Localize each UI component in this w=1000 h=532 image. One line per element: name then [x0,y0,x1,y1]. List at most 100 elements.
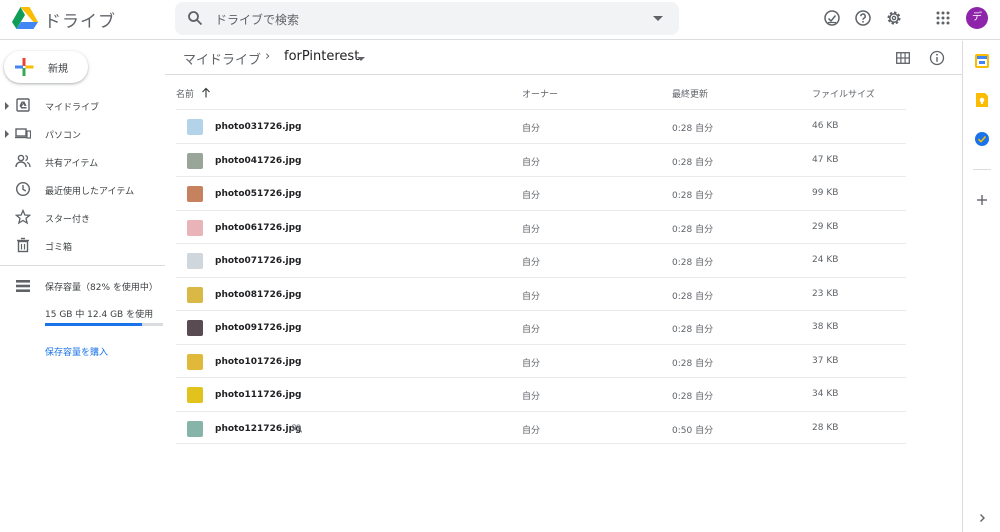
sidebar-item-my-drive[interactable]: マイドライブ [0,94,165,118]
file-size: 46 KB [812,121,839,131]
file-modified: 0:28 自分 [672,325,714,335]
file-name[interactable]: photo091726.jpg [215,323,301,333]
sidebar-item-recent[interactable]: 最近使用したアイテム [0,178,165,202]
new-button[interactable]: 新規 [4,51,88,83]
plus-icon [15,58,34,76]
side-panel [962,41,1000,532]
apps-icon[interactable] [934,9,952,27]
file-owner: 自分 [522,258,541,268]
offline-icon[interactable] [823,9,841,27]
expand-arrow-icon[interactable] [5,130,9,138]
tasks-icon[interactable] [974,131,990,147]
breadcrumb-separator-icon: › [265,49,271,64]
column-header-size[interactable]: ファイルサイズ [812,87,875,100]
storage-icon [16,280,30,292]
search-icon[interactable] [187,10,203,26]
table-row[interactable]: photo111726.jpg 自分 0:28 自分 34 KB [176,377,906,411]
search-box[interactable]: ドライブで検索 [175,2,679,35]
sort-ascending-icon[interactable] [201,87,211,98]
buy-storage-link[interactable]: 保存容量を購入 [45,345,108,358]
file-thumbnail [187,353,203,370]
computers-icon [15,128,31,139]
file-modified: 0:28 自分 [672,157,714,168]
account-avatar[interactable]: デ [966,7,988,29]
file-name[interactable]: photo101726.jpg [215,357,301,367]
storage-label[interactable]: 保存容量（82% を使用中） [45,280,158,293]
settings-icon[interactable] [885,9,903,27]
file-name[interactable]: photo061726.jpg [215,223,301,233]
expand-arrow-icon[interactable] [5,102,9,110]
column-header-owner[interactable]: オーナー [522,87,558,100]
file-thumbnail [187,420,203,437]
side-panel-divider [973,169,991,170]
file-size: 99 KB [812,188,839,198]
keep-icon[interactable] [974,92,990,108]
sidebar-item-label: スター付き [45,215,91,225]
file-size: 34 KB [812,389,839,399]
table-row[interactable]: photo121726.jpg 自分 0:50 自分 28 KB [176,410,906,444]
column-header-name[interactable]: 名前 [176,87,194,100]
shared-people-icon [290,423,302,433]
file-name[interactable]: photo111726.jpg [215,390,301,400]
table-row[interactable]: photo081726.jpg 自分 0:28 自分 23 KB [176,276,906,311]
table-row[interactable]: photo101726.jpg 自分 0:28 自分 37 KB [176,343,906,378]
sidebar-item-trash[interactable]: ゴミ箱 [0,234,165,258]
sidebar-item-shared[interactable]: 共有アイテム [0,150,165,174]
file-size: 38 KB [812,322,839,332]
file-owner: 自分 [522,291,541,302]
sidebar-item-starred[interactable]: スター付き [0,206,165,230]
star-icon [15,209,31,225]
column-header-modified[interactable]: 最終更新 [672,87,708,100]
my-drive-icon [16,98,30,112]
grid-view-icon[interactable] [896,52,910,64]
table-row[interactable]: photo041726.jpg 自分 0:28 自分 47 KB [176,142,906,177]
file-owner: 自分 [522,224,541,235]
file-name[interactable]: photo031726.jpg [215,122,301,132]
new-button-label: 新規 [48,64,68,75]
file-thumbnail [187,320,203,336]
table-row[interactable]: photo051726.jpg 自分 0:28 自分 99 KB [176,176,906,210]
search-options-icon[interactable] [653,16,663,21]
file-size: 24 KB [812,255,839,265]
table-row[interactable]: photo061726.jpg 自分 0:28 自分 29 KB [176,209,906,244]
breadcrumb-current[interactable]: forPinterest [284,49,359,64]
file-modified: 0:28 自分 [672,358,714,369]
file-thumbnail [187,219,203,236]
storage-usage-text: 15 GB 中 12.4 GB を使用 [45,310,154,320]
calendar-icon[interactable] [974,53,990,69]
file-modified: 0:50 自分 [672,425,714,436]
sidebar-item-label: パソコン [45,131,82,141]
storage-progress-bar [45,323,163,326]
file-name[interactable]: photo051726.jpg [215,189,301,199]
sidebar-item-label: 共有アイテム [45,159,99,169]
file-thumbnail [187,286,203,303]
file-modified: 0:28 自分 [672,258,714,268]
file-name[interactable]: photo071726.jpg [215,256,301,266]
breadcrumb-root[interactable]: マイドライブ [183,49,261,68]
file-size: 23 KB [812,288,839,299]
file-name[interactable]: photo121726.jpg [215,424,301,434]
file-thumbnail [187,253,203,269]
help-icon[interactable] [854,9,872,27]
shared-icon [15,154,31,168]
expand-icon[interactable] [977,513,987,523]
file-name[interactable]: photo041726.jpg [215,156,301,166]
file-name[interactable]: photo081726.jpg [215,290,301,300]
search-input[interactable]: ドライブで検索 [215,11,299,28]
sidebar-item-computers[interactable]: パソコン [0,122,165,146]
folder-menu-icon[interactable] [357,57,365,61]
sidebar-item-label: マイドライブ [45,103,100,113]
file-thumbnail [187,152,203,169]
table-row[interactable]: photo091726.jpg 自分 0:28 自分 38 KB [176,310,906,344]
table-row[interactable]: photo071726.jpg 自分 0:28 自分 24 KB [176,243,906,277]
file-modified: 0:28 自分 [672,124,714,134]
add-icon[interactable] [976,194,988,206]
sidebar-divider [0,265,165,266]
file-size: 29 KB [812,221,839,232]
file-thumbnail [187,186,203,202]
drive-logo-icon[interactable] [12,6,38,30]
info-icon[interactable] [929,50,945,66]
table-row[interactable]: photo031726.jpg 自分 0:28 自分 46 KB [176,109,906,143]
file-list: photo031726.jpg 自分 0:28 自分 46 KB photo041726… [176,109,906,444]
file-owner: 自分 [522,124,541,134]
